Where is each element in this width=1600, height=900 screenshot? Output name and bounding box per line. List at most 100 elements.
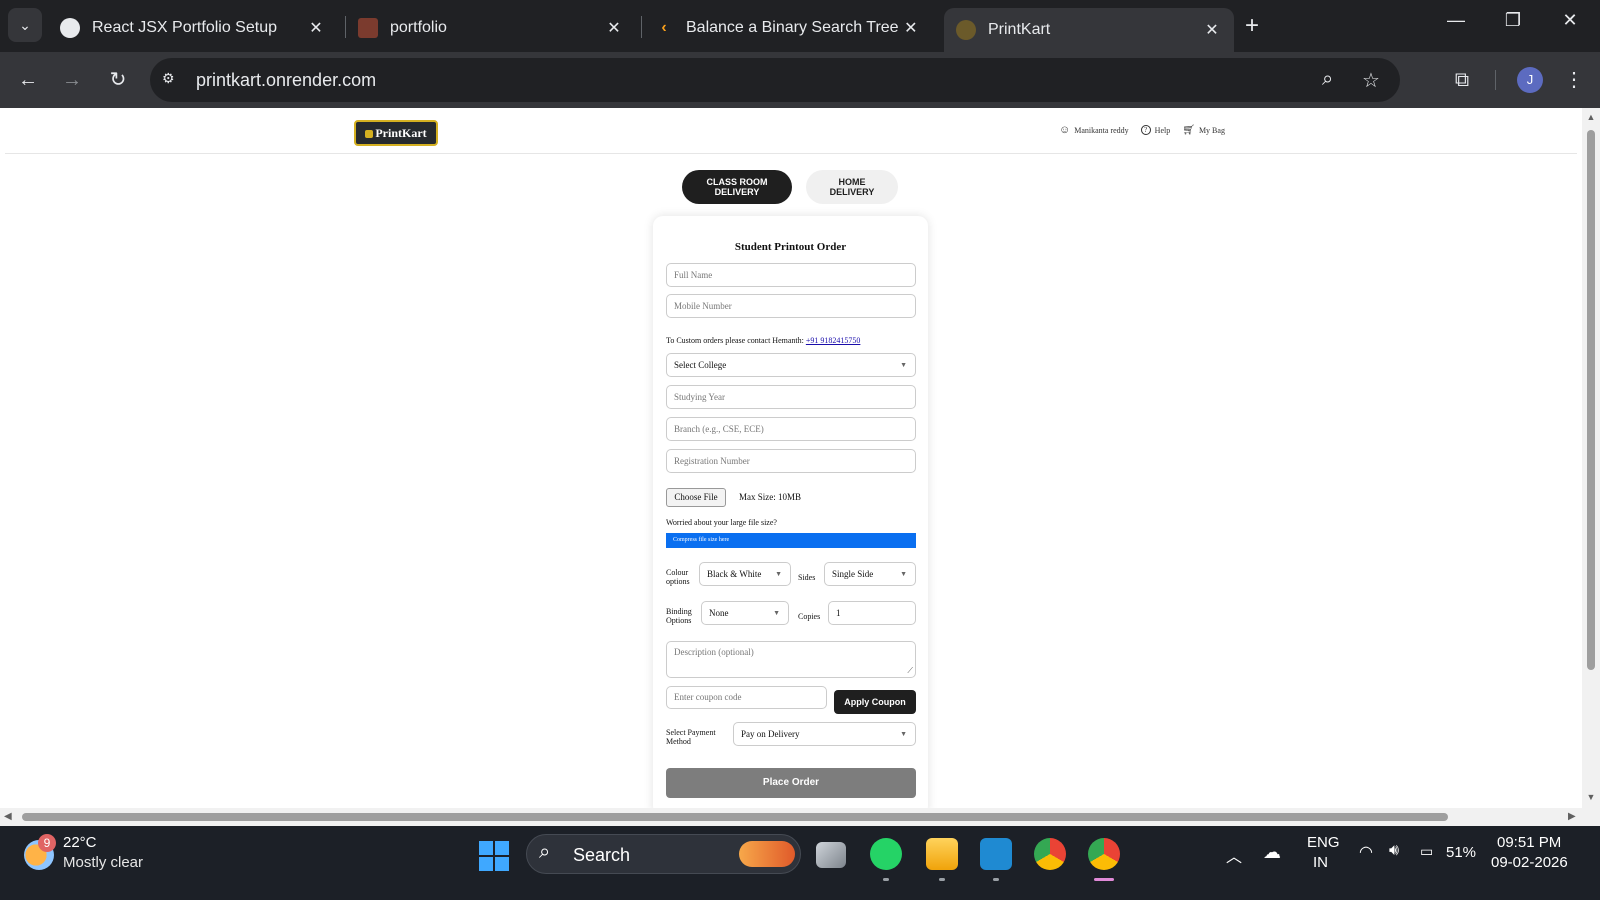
address-bar[interactable]: ⚙ printkart.onrender.com ⌕ ☆ — [150, 58, 1400, 102]
scroll-up-icon[interactable]: ▲ — [1582, 112, 1600, 122]
copies-label: Copies — [798, 612, 821, 621]
copies-input[interactable]: 1 — [828, 601, 916, 625]
binding-options-label: Binding Options — [666, 607, 692, 625]
tab-react-jsx[interactable]: React JSX Portfolio Setup ✕ — [48, 8, 338, 48]
language-top[interactable]: ENG — [1307, 834, 1340, 851]
weather-description[interactable]: Mostly clear — [63, 854, 143, 871]
taskbar-search-box[interactable]: ⌕ Search — [526, 834, 801, 874]
printkart-icon — [956, 20, 976, 40]
close-icon[interactable]: ✕ — [902, 18, 920, 38]
mobile-number-input[interactable]: Mobile Number — [666, 294, 916, 318]
weather-temperature[interactable]: 22°C — [63, 834, 97, 851]
search-highlight-pizza-icon — [739, 841, 795, 867]
windows-start-icon[interactable] — [479, 841, 509, 871]
windows-taskbar: 9 22°C Mostly clear ⌕ Search ︿ ☁ ENG IN … — [0, 826, 1600, 900]
battery-icon[interactable]: ▭ — [1420, 843, 1433, 860]
tab-balance-bst[interactable]: ‹ Balance a Binary Search Tree - L ✕ — [642, 8, 932, 48]
close-icon[interactable]: ✕ — [604, 18, 624, 38]
contact-phone-link[interactable]: +91 9182415750 — [806, 336, 861, 345]
window-close-icon[interactable]: ✕ — [1550, 10, 1590, 31]
help-link[interactable]: ? Help — [1140, 124, 1171, 136]
scroll-left-icon[interactable]: ◀ — [4, 811, 12, 822]
volume-icon[interactable]: 🔊︎ — [1389, 842, 1399, 860]
close-icon[interactable]: ✕ — [306, 18, 326, 38]
choose-file-button[interactable]: Choose File — [666, 488, 726, 507]
close-icon[interactable]: ✕ — [1202, 20, 1222, 40]
resize-grip-icon[interactable]: ⟋ — [907, 666, 913, 676]
order-form-card: Student Printout Order Full Name Mobile … — [653, 216, 928, 816]
back-arrow-icon[interactable]: ← — [14, 66, 42, 94]
bookmark-star-icon[interactable]: ☆ — [1362, 68, 1380, 93]
reload-icon[interactable]: ↻ — [104, 66, 132, 94]
vertical-scroll-thumb[interactable] — [1587, 130, 1595, 670]
studying-year-input[interactable]: Studying Year — [666, 385, 916, 409]
menu-kebab-icon[interactable]: ⋮ — [1560, 66, 1588, 94]
chevron-down-icon: ▼ — [900, 570, 907, 578]
battery-percent[interactable]: 51% — [1446, 844, 1476, 861]
my-bag-link[interactable]: 🛒︎ My Bag — [1182, 124, 1225, 136]
language-bottom[interactable]: IN — [1313, 854, 1328, 871]
sides-label: Sides — [798, 573, 816, 582]
tab-printkart[interactable]: PrintKart ✕ — [944, 8, 1234, 52]
printkart-logo[interactable]: PrintKart — [354, 120, 438, 146]
custom-order-contact: To Custom orders please contact Hemanth:… — [666, 336, 860, 345]
classroom-delivery-button[interactable]: CLASS ROOM DELIVERY — [682, 170, 792, 204]
large-file-text: Worried about your large file size? — [666, 518, 777, 527]
binding-select[interactable]: None ▼ — [701, 601, 789, 625]
coupon-code-input[interactable]: Enter coupon code — [666, 686, 827, 709]
cart-icon: 🛒︎ — [1182, 124, 1195, 136]
clock-date[interactable]: 09-02-2026 — [1491, 854, 1568, 871]
scroll-right-icon[interactable]: ▶ — [1568, 811, 1576, 822]
full-name-input[interactable]: Full Name — [666, 263, 916, 287]
new-tab-plus-icon[interactable]: + — [1245, 12, 1259, 40]
chevron-down-icon: ▼ — [773, 609, 780, 617]
colour-select[interactable]: Black & White ▼ — [699, 562, 791, 586]
weather-badge: 9 — [38, 834, 56, 852]
task-view-icon[interactable] — [816, 842, 846, 868]
compress-file-link[interactable]: Compress file size here — [666, 533, 916, 548]
horizontal-scrollbar[interactable]: ◀ ▶ — [0, 808, 1582, 826]
tray-overflow-chevron-icon[interactable]: ︿ — [1226, 843, 1242, 867]
whatsapp-icon[interactable] — [870, 838, 902, 870]
forward-arrow-icon[interactable]: → — [58, 66, 86, 94]
apply-coupon-button[interactable]: Apply Coupon — [834, 690, 916, 714]
horizontal-scroll-thumb[interactable] — [22, 813, 1448, 821]
profile-avatar[interactable]: J — [1517, 67, 1543, 93]
clock-time[interactable]: 09:51 PM — [1497, 834, 1561, 851]
tab-title: Balance a Binary Search Tree - L — [686, 19, 902, 36]
payment-method-select[interactable]: Pay on Delivery ▼ — [733, 722, 916, 746]
zoom-magnifier-icon[interactable]: ⌕ — [1322, 68, 1333, 91]
app-running-indicator — [993, 878, 999, 881]
chrome-profile-icon[interactable] — [1088, 838, 1120, 870]
browser-tab-strip: ⌄ React JSX Portfolio Setup ✕ portfolio … — [0, 0, 1600, 52]
user-account-link[interactable]: ☺ Manikanta reddy — [1059, 124, 1129, 136]
chatgpt-icon — [60, 18, 80, 38]
wifi-icon[interactable]: ◠ — [1359, 842, 1373, 862]
onedrive-cloud-icon[interactable]: ☁ — [1263, 842, 1281, 863]
header-links: ☺ Manikanta reddy ? Help 🛒︎ My Bag — [1059, 124, 1225, 136]
tab-portfolio[interactable]: portfolio ✕ — [346, 8, 636, 48]
college-select[interactable]: Select College ▼ — [666, 353, 916, 377]
chevron-down-icon: ▼ — [900, 730, 907, 738]
home-delivery-button[interactable]: HOME DELIVERY — [806, 170, 898, 204]
file-explorer-icon[interactable] — [926, 838, 958, 870]
site-info-icon[interactable]: ⚙ — [162, 70, 182, 90]
vertical-scrollbar[interactable]: ▲ ▼ — [1582, 108, 1600, 826]
url-text[interactable]: printkart.onrender.com — [196, 58, 376, 102]
branch-input[interactable]: Branch (e.g., CSE, ECE) — [666, 417, 916, 441]
printer-icon — [365, 130, 374, 138]
restore-icon[interactable]: ❐ — [1493, 10, 1533, 31]
description-textarea[interactable]: Description (optional) ⟋ — [666, 641, 916, 678]
tab-search-chevron-icon[interactable]: ⌄ — [8, 8, 42, 42]
chrome-icon[interactable] — [1034, 838, 1066, 870]
extensions-puzzle-icon[interactable]: ⧉ — [1448, 66, 1476, 94]
minimize-icon[interactable]: — — [1436, 10, 1476, 31]
vscode-icon[interactable] — [980, 838, 1012, 870]
place-order-button[interactable]: Place Order — [666, 768, 916, 798]
sides-select[interactable]: Single Side ▼ — [824, 562, 916, 586]
scroll-down-icon[interactable]: ▼ — [1582, 792, 1600, 802]
contact-text: To Custom orders please contact Hemanth: — [666, 336, 804, 345]
photo-icon — [358, 18, 378, 38]
help-label: Help — [1154, 125, 1171, 135]
registration-number-input[interactable]: Registration Number — [666, 449, 916, 473]
